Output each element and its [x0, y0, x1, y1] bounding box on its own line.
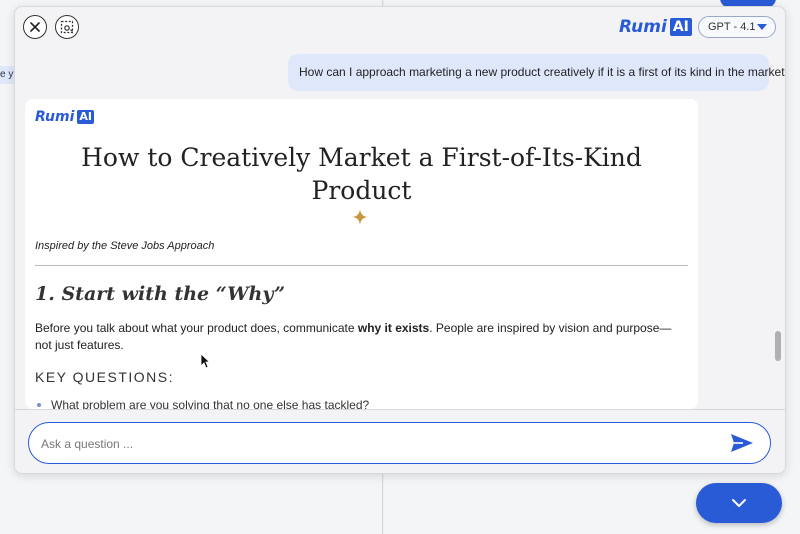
answer-rumi-logo: Rumi AI	[35, 109, 94, 125]
composer-divider	[15, 409, 785, 410]
answer-logo-text: Rumi	[35, 109, 75, 125]
close-button[interactable]	[23, 15, 47, 39]
paragraph-bold-text: why it exists	[357, 321, 430, 335]
answer-paragraph: Before you talk about what your product …	[35, 320, 685, 354]
area-select-button[interactable]	[55, 15, 79, 39]
bullet-icon	[37, 403, 41, 407]
rumi-chat-panel: Rumi AI GPT - 4.1 How can I approach mar…	[14, 6, 786, 474]
model-selector-label: GPT - 4.1	[708, 21, 756, 33]
chevron-down-icon	[732, 499, 746, 507]
answer-logo-badge: AI	[77, 110, 94, 124]
model-selector[interactable]: GPT - 4.1	[698, 16, 776, 38]
list-item-text: What problem are you solving that no one…	[51, 398, 370, 409]
rumi-logo: Rumi AI	[619, 17, 692, 37]
user-message: How can I approach marketing a new produ…	[288, 54, 785, 91]
question-input[interactable]	[41, 434, 681, 454]
mouse-cursor-icon	[200, 353, 210, 369]
scrollbar-thumb[interactable]	[775, 331, 781, 361]
chevron-down-icon	[757, 24, 767, 30]
assistant-answer-card: Rumi AI How to Creatively Market a First…	[25, 99, 698, 409]
key-questions-heading: KEY QUESTIONS:	[35, 369, 174, 385]
divider	[35, 265, 688, 266]
composer	[28, 422, 771, 464]
scrollbar[interactable]	[774, 49, 783, 409]
send-icon	[731, 434, 753, 452]
close-icon	[30, 22, 40, 32]
answer-title: How to Creatively Market a First-of-Its-…	[81, 143, 642, 205]
sparkle-icon	[352, 209, 368, 225]
answer-subtitle: Inspired by the Steve Jobs Approach	[35, 240, 215, 252]
scroll-down-button[interactable]	[696, 483, 782, 523]
logo-text: Rumi	[619, 17, 667, 37]
logo-badge: AI	[669, 18, 692, 36]
background-edge-text: e y	[0, 66, 14, 84]
section-heading: 1. Start with the “Why”	[35, 283, 286, 305]
paragraph-text: Before you talk about what your product …	[35, 321, 358, 335]
send-button[interactable]	[728, 431, 756, 455]
area-select-icon	[60, 20, 74, 34]
panel-header: Rumi AI GPT - 4.1	[15, 7, 785, 49]
list-item: What problem are you solving that no one…	[37, 398, 369, 409]
